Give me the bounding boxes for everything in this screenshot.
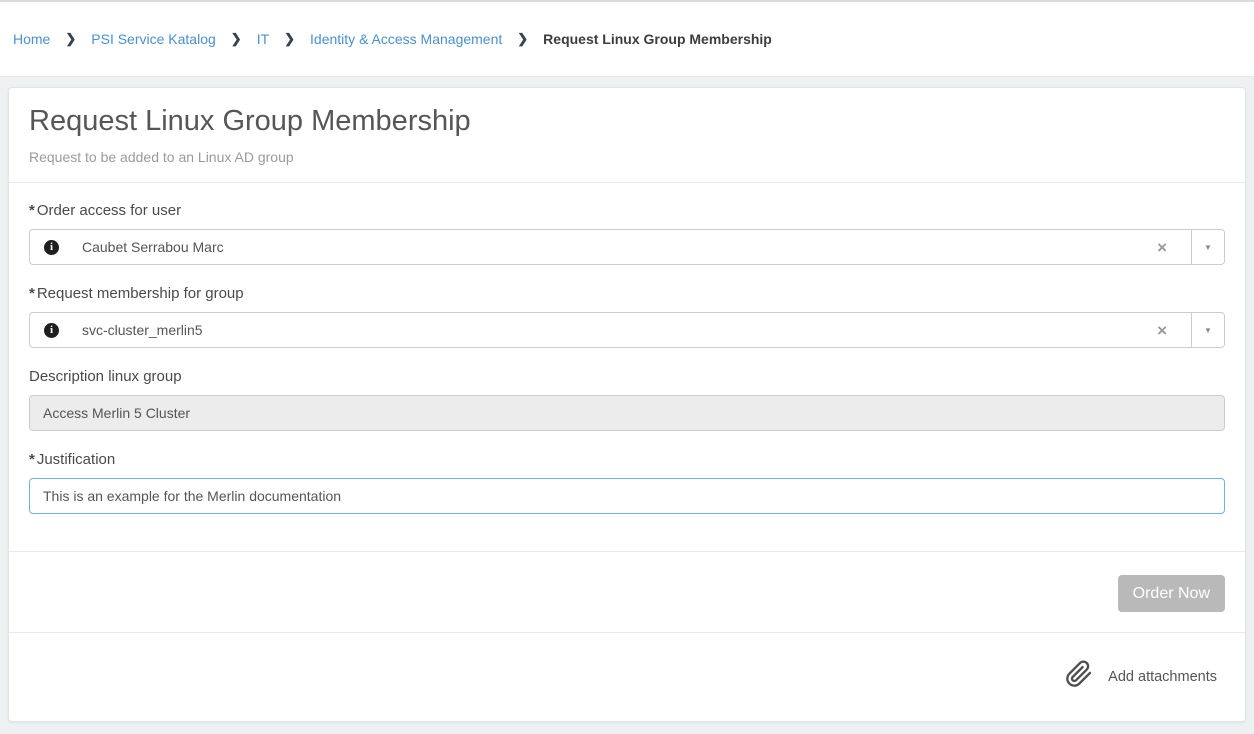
selected-group-value: svc-cluster_merlin5 xyxy=(82,322,1147,338)
breadcrumb-home[interactable]: Home xyxy=(13,31,50,47)
field-label-text: Request membership for group xyxy=(37,285,244,302)
info-icon[interactable]: i xyxy=(44,323,59,338)
info-icon[interactable]: i xyxy=(44,240,59,255)
breadcrumb: Home ❯ PSI Service Katalog ❯ IT ❯ Identi… xyxy=(0,0,1254,77)
chevron-right-icon: ❯ xyxy=(517,31,528,47)
required-marker: * xyxy=(29,451,35,468)
chevron-down-icon: ▼ xyxy=(1204,326,1212,335)
group-select: i svc-cluster_merlin5 × ▼ xyxy=(29,312,1225,348)
attachments-section: Add attachments xyxy=(9,633,1245,721)
page-title: Request Linux Group Membership xyxy=(29,104,1225,138)
request-membership-for-group-label: *Request membership for group xyxy=(29,285,1225,303)
group-select-value-area[interactable]: i svc-cluster_merlin5 × xyxy=(30,313,1191,347)
user-select-value-area[interactable]: i Caubet Serrabou Marc × xyxy=(30,230,1191,264)
clear-icon[interactable]: × xyxy=(1147,322,1177,339)
user-select-dropdown-toggle[interactable]: ▼ xyxy=(1191,230,1224,264)
justification-input[interactable] xyxy=(29,478,1225,514)
field-description-linux-group: Description linux group xyxy=(29,368,1225,431)
field-request-membership-for-group: *Request membership for group i svc-clus… xyxy=(29,285,1225,348)
request-form-card: Request Linux Group Membership Request t… xyxy=(8,87,1246,722)
add-attachments-button[interactable]: Add attachments xyxy=(1065,660,1217,688)
field-label-text: Justification xyxy=(37,451,115,468)
paperclip-icon xyxy=(1065,660,1093,688)
description-linux-group-label: Description linux group xyxy=(29,368,1225,386)
breadcrumb-current-page: Request Linux Group Membership xyxy=(543,31,772,47)
card-header: Request Linux Group Membership Request t… xyxy=(9,88,1245,183)
form-section: *Order access for user i Caubet Serrabou… xyxy=(9,183,1245,552)
breadcrumb-psi-service-katalog[interactable]: PSI Service Katalog xyxy=(91,31,216,47)
justification-label: *Justification xyxy=(29,451,1225,469)
required-marker: * xyxy=(29,202,35,219)
field-label-text: Order access for user xyxy=(37,202,181,219)
field-justification: *Justification xyxy=(29,451,1225,514)
chevron-right-icon: ❯ xyxy=(284,31,295,47)
field-label-text: Description linux group xyxy=(29,368,182,385)
field-order-access-for-user: *Order access for user i Caubet Serrabou… xyxy=(29,202,1225,265)
clear-icon[interactable]: × xyxy=(1147,239,1177,256)
breadcrumb-it[interactable]: IT xyxy=(257,31,269,47)
group-select-dropdown-toggle[interactable]: ▼ xyxy=(1191,313,1224,347)
chevron-down-icon: ▼ xyxy=(1204,243,1212,252)
chevron-right-icon: ❯ xyxy=(231,31,242,47)
description-linux-group-input xyxy=(29,395,1225,431)
order-access-for-user-label: *Order access for user xyxy=(29,202,1225,220)
user-select: i Caubet Serrabou Marc × ▼ xyxy=(29,229,1225,265)
page-subtitle: Request to be added to an Linux AD group xyxy=(29,149,1225,165)
breadcrumb-identity-access-management[interactable]: Identity & Access Management xyxy=(310,31,502,47)
add-attachments-label: Add attachments xyxy=(1108,669,1217,688)
required-marker: * xyxy=(29,285,35,302)
actions-section: Order Now xyxy=(9,552,1245,633)
selected-user-value: Caubet Serrabou Marc xyxy=(82,239,1147,255)
chevron-right-icon: ❯ xyxy=(65,31,76,47)
order-now-button[interactable]: Order Now xyxy=(1118,575,1225,612)
